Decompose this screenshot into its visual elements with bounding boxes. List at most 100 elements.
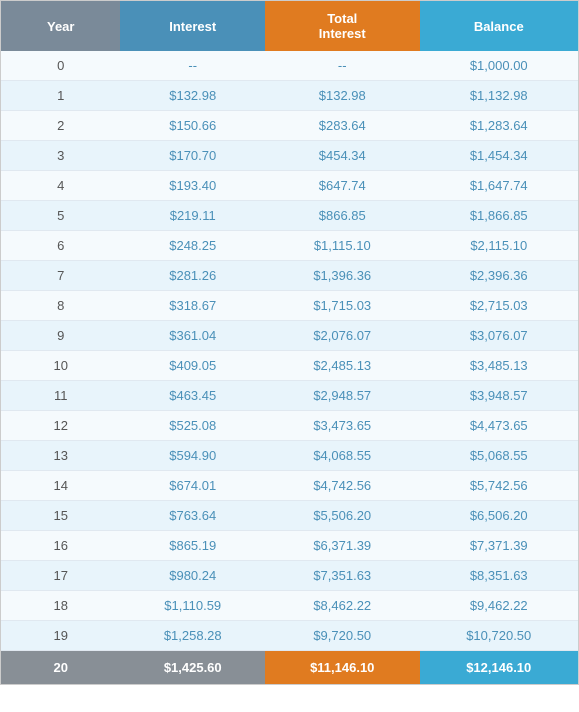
cell-interest: $361.04: [120, 321, 265, 351]
cell-year: 3: [1, 141, 120, 171]
table-row: 1$132.98$132.98$1,132.98: [1, 81, 578, 111]
table-row: 7$281.26$1,396.36$2,396.36: [1, 261, 578, 291]
cell-interest: --: [120, 51, 265, 81]
cell-interest: $248.25: [120, 231, 265, 261]
table-row: 6$248.25$1,115.10$2,115.10: [1, 231, 578, 261]
cell-balance: $1,000.00: [420, 51, 579, 81]
cell-total-interest: $4,068.55: [265, 441, 420, 471]
table-row: 17$980.24$7,351.63$8,351.63: [1, 561, 578, 591]
cell-balance: $1,283.64: [420, 111, 579, 141]
cell-balance: $5,068.55: [420, 441, 579, 471]
footer-total-interest: $11,146.10: [265, 651, 420, 685]
cell-interest: $193.40: [120, 171, 265, 201]
table-row: 14$674.01$4,742.56$5,742.56: [1, 471, 578, 501]
table-row: 3$170.70$454.34$1,454.34: [1, 141, 578, 171]
cell-balance: $5,742.56: [420, 471, 579, 501]
cell-total-interest: --: [265, 51, 420, 81]
cell-year: 10: [1, 351, 120, 381]
cell-total-interest: $5,506.20: [265, 501, 420, 531]
cell-interest: $150.66: [120, 111, 265, 141]
cell-balance: $3,076.07: [420, 321, 579, 351]
table-row: 19$1,258.28$9,720.50$10,720.50: [1, 621, 578, 651]
cell-balance: $1,132.98: [420, 81, 579, 111]
cell-interest: $525.08: [120, 411, 265, 441]
table-row: 10$409.05$2,485.13$3,485.13: [1, 351, 578, 381]
cell-interest: $281.26: [120, 261, 265, 291]
cell-total-interest: $2,485.13: [265, 351, 420, 381]
table-row: 15$763.64$5,506.20$6,506.20: [1, 501, 578, 531]
table-row: 5$219.11$866.85$1,866.85: [1, 201, 578, 231]
cell-year: 19: [1, 621, 120, 651]
cell-interest: $318.67: [120, 291, 265, 321]
cell-balance: $3,948.57: [420, 381, 579, 411]
cell-balance: $6,506.20: [420, 501, 579, 531]
table-row: 18$1,110.59$8,462.22$9,462.22: [1, 591, 578, 621]
cell-total-interest: $132.98: [265, 81, 420, 111]
cell-year: 9: [1, 321, 120, 351]
cell-interest: $170.70: [120, 141, 265, 171]
cell-year: 1: [1, 81, 120, 111]
cell-year: 15: [1, 501, 120, 531]
table-footer-row: 20$1,425.60$11,146.10$12,146.10: [1, 651, 578, 685]
table-row: 4$193.40$647.74$1,647.74: [1, 171, 578, 201]
cell-balance: $1,454.34: [420, 141, 579, 171]
cell-total-interest: $647.74: [265, 171, 420, 201]
cell-year: 7: [1, 261, 120, 291]
cell-interest: $1,258.28: [120, 621, 265, 651]
cell-total-interest: $6,371.39: [265, 531, 420, 561]
cell-interest: $980.24: [120, 561, 265, 591]
cell-interest: $763.64: [120, 501, 265, 531]
cell-balance: $10,720.50: [420, 621, 579, 651]
cell-total-interest: $866.85: [265, 201, 420, 231]
cell-total-interest: $7,351.63: [265, 561, 420, 591]
cell-balance: $2,396.36: [420, 261, 579, 291]
cell-interest: $463.45: [120, 381, 265, 411]
cell-total-interest: $454.34: [265, 141, 420, 171]
cell-balance: $7,371.39: [420, 531, 579, 561]
cell-year: 5: [1, 201, 120, 231]
cell-balance: $1,866.85: [420, 201, 579, 231]
cell-total-interest: $1,715.03: [265, 291, 420, 321]
cell-year: 6: [1, 231, 120, 261]
cell-year: 11: [1, 381, 120, 411]
table-row: 2$150.66$283.64$1,283.64: [1, 111, 578, 141]
cell-year: 14: [1, 471, 120, 501]
compound-interest-table: Year Interest TotalInterest Balance 0---…: [0, 0, 579, 685]
table-row: 11$463.45$2,948.57$3,948.57: [1, 381, 578, 411]
table-body: 0----$1,000.001$132.98$132.98$1,132.982$…: [1, 51, 578, 651]
table-row: 12$525.08$3,473.65$4,473.65: [1, 411, 578, 441]
cell-interest: $865.19: [120, 531, 265, 561]
header-balance: Balance: [420, 1, 579, 51]
table-footer: 20$1,425.60$11,146.10$12,146.10: [1, 651, 578, 685]
cell-balance: $3,485.13: [420, 351, 579, 381]
cell-interest: $594.90: [120, 441, 265, 471]
cell-interest: $674.01: [120, 471, 265, 501]
cell-total-interest: $3,473.65: [265, 411, 420, 441]
cell-total-interest: $2,076.07: [265, 321, 420, 351]
cell-interest: $1,110.59: [120, 591, 265, 621]
cell-total-interest: $8,462.22: [265, 591, 420, 621]
table-header-row: Year Interest TotalInterest Balance: [1, 1, 578, 51]
cell-balance: $4,473.65: [420, 411, 579, 441]
cell-year: 2: [1, 111, 120, 141]
footer-balance: $12,146.10: [420, 651, 579, 685]
cell-interest: $132.98: [120, 81, 265, 111]
cell-total-interest: $2,948.57: [265, 381, 420, 411]
cell-total-interest: $1,115.10: [265, 231, 420, 261]
cell-interest: $409.05: [120, 351, 265, 381]
cell-total-interest: $283.64: [265, 111, 420, 141]
cell-total-interest: $4,742.56: [265, 471, 420, 501]
cell-balance: $9,462.22: [420, 591, 579, 621]
cell-year: 4: [1, 171, 120, 201]
cell-balance: $8,351.63: [420, 561, 579, 591]
footer-interest: $1,425.60: [120, 651, 265, 685]
table-row: 9$361.04$2,076.07$3,076.07: [1, 321, 578, 351]
cell-total-interest: $9,720.50: [265, 621, 420, 651]
cell-year: 13: [1, 441, 120, 471]
cell-balance: $2,115.10: [420, 231, 579, 261]
cell-year: 17: [1, 561, 120, 591]
header-year: Year: [1, 1, 120, 51]
cell-balance: $1,647.74: [420, 171, 579, 201]
cell-year: 16: [1, 531, 120, 561]
cell-year: 18: [1, 591, 120, 621]
